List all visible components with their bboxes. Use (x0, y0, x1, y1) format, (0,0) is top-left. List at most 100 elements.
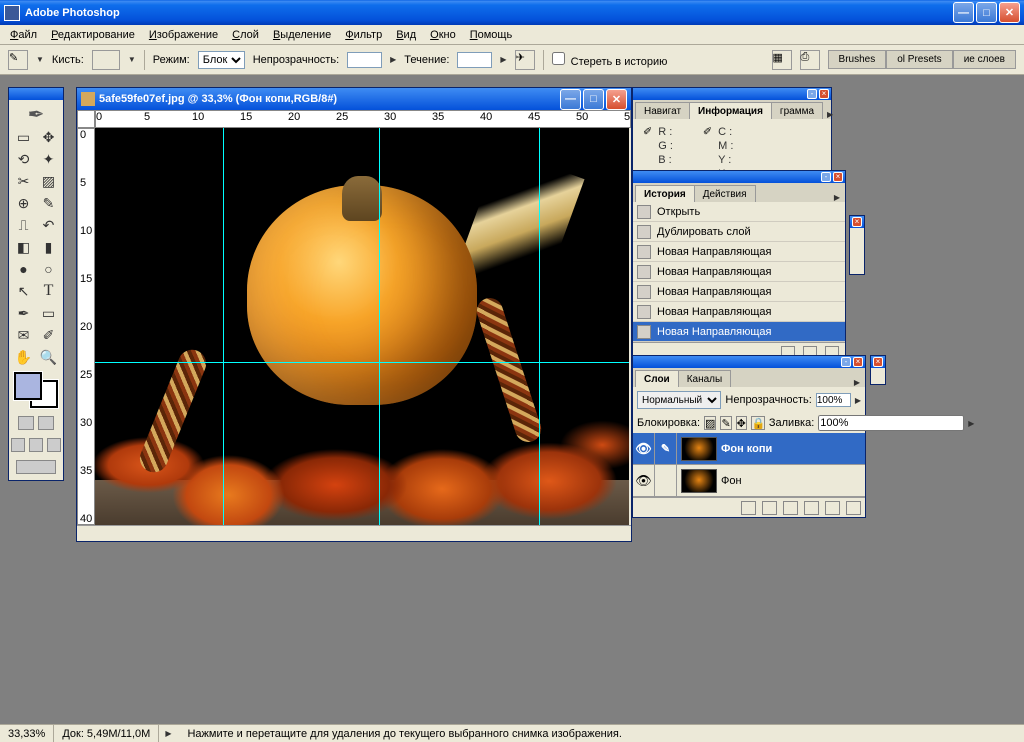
lock-pixels-icon[interactable]: ✎ (720, 416, 731, 430)
palette-well-tab[interactable]: ие слоев (953, 50, 1016, 69)
lock-all-icon[interactable]: 🔒 (751, 416, 765, 430)
airbrush-icon[interactable]: ✈ (515, 50, 535, 70)
layer-name[interactable]: Фон копи (721, 443, 772, 455)
history-item[interactable]: Новая Направляющая (633, 242, 845, 262)
new-layer-icon[interactable] (825, 501, 840, 515)
tab-слои[interactable]: Слои (635, 370, 679, 387)
document-titlebar[interactable]: 5afe59fe07ef.jpg @ 33,3% (Фон копи,RGB/8… (77, 88, 631, 110)
type-tool[interactable]: T (36, 280, 61, 302)
zoom-tool[interactable]: 🔍 (36, 346, 61, 368)
shape-tool[interactable]: ▭ (36, 302, 61, 324)
panel-close-icon[interactable]: × (819, 89, 829, 99)
canvas[interactable] (95, 128, 629, 525)
doc-maximize-button[interactable]: □ (583, 89, 604, 110)
doc-size-field[interactable]: Док: 5,49M/11,0M (54, 725, 159, 742)
gradient-tool[interactable]: ▮ (36, 236, 61, 258)
flow-input[interactable] (457, 52, 492, 68)
delete-layer-icon[interactable] (846, 501, 861, 515)
flow-flyout[interactable]: ▶ (500, 55, 506, 64)
panel-close-icon[interactable]: × (833, 172, 843, 182)
adjustment-layer-icon[interactable] (804, 501, 819, 515)
guide-vertical[interactable] (223, 128, 224, 525)
tab-информация[interactable]: Информация (689, 102, 772, 119)
tab-история[interactable]: История (635, 185, 695, 202)
lasso-tool[interactable]: ⟲ (11, 148, 36, 170)
menu-окно[interactable]: Окно (424, 27, 462, 43)
zoom-field[interactable]: 33,33% (0, 725, 54, 742)
layer-thumbnail[interactable] (681, 469, 717, 493)
history-brush-tool[interactable]: ↶ (36, 214, 61, 236)
menu-помощь[interactable]: Помощь (464, 27, 519, 43)
layer-visibility-icon[interactable]: 👁 (633, 433, 655, 464)
menu-изображение[interactable]: Изображение (143, 27, 224, 43)
layer-thumbnail[interactable] (681, 437, 717, 461)
guide-vertical[interactable] (539, 128, 540, 525)
blend-mode-select[interactable]: Нормальный (637, 391, 721, 409)
minimize-button[interactable]: — (953, 2, 974, 23)
opacity-slider-flyout[interactable]: ▶ (855, 396, 861, 405)
quickmask-mode-icon[interactable] (38, 416, 54, 430)
healing-tool[interactable]: ⊕ (11, 192, 36, 214)
menu-слой[interactable]: Слой (226, 27, 265, 43)
history-item[interactable]: Новая Направляющая (633, 262, 845, 282)
panel-minimize-icon[interactable]: - (841, 357, 851, 367)
guide-vertical[interactable] (379, 128, 380, 525)
panel-minimize-icon[interactable]: - (807, 89, 817, 99)
layer-effects-icon[interactable] (741, 501, 756, 515)
doc-close-button[interactable]: ✕ (606, 89, 627, 110)
tab-грамма[interactable]: грамма (771, 102, 823, 119)
eyedropper-tool[interactable]: ✐ (36, 324, 61, 346)
layer-row[interactable]: 👁✎Фон копи (633, 433, 865, 465)
brush-tool[interactable]: ✎ (36, 192, 61, 214)
hand-tool[interactable]: ✋ (11, 346, 36, 368)
horizontal-scrollbar[interactable] (77, 525, 631, 541)
toolbox-titlebar[interactable] (9, 88, 63, 100)
vertical-ruler[interactable]: 0510152025303540 (77, 128, 95, 525)
layer-name[interactable]: Фон (721, 475, 742, 487)
fill-input[interactable] (818, 415, 964, 431)
menu-вид[interactable]: Вид (390, 27, 422, 43)
tab-навигат[interactable]: Навигат (635, 102, 690, 119)
blur-tool[interactable]: ● (11, 258, 36, 280)
jump-to-imageready[interactable] (16, 460, 56, 474)
file-browser-icon[interactable]: ▦ (772, 50, 792, 70)
panel-minimize-icon[interactable]: - (821, 172, 831, 182)
history-item[interactable]: Новая Направляющая (633, 302, 845, 322)
standard-mode-icon[interactable] (18, 416, 34, 430)
menu-редактирование[interactable]: Редактирование (45, 27, 141, 43)
move-tool[interactable]: ✥ (36, 126, 61, 148)
dodge-tool[interactable]: ○ (36, 258, 61, 280)
stamp-tool[interactable]: ⎍ (11, 214, 36, 236)
layer-set-icon[interactable] (783, 501, 798, 515)
menu-фильтр[interactable]: Фильтр (339, 27, 388, 43)
lock-position-icon[interactable]: ✥ (736, 416, 747, 430)
menu-выделение[interactable]: Выделение (267, 27, 337, 43)
palette-well-tab[interactable]: ol Presets (886, 50, 952, 69)
brush-dropdown[interactable]: ▼ (128, 55, 136, 64)
palette-well-tab[interactable]: Brushes (828, 50, 887, 69)
history-item[interactable]: Новая Направляющая (633, 282, 845, 302)
tool-preset-icon[interactable]: ✎ (8, 50, 28, 70)
layer-mask-icon[interactable] (762, 501, 777, 515)
screen-mode-2[interactable] (29, 438, 43, 452)
layer-visibility-icon[interactable]: 👁 (633, 465, 655, 496)
wand-tool[interactable]: ✦ (36, 148, 61, 170)
notes-tool[interactable]: ✉ (11, 324, 36, 346)
layer-link-icon[interactable] (655, 465, 677, 496)
fill-slider-flyout[interactable]: ▶ (968, 419, 974, 428)
panel-menu-flyout[interactable]: ▶ (822, 110, 838, 119)
close-button[interactable]: ✕ (999, 2, 1020, 23)
mode-select[interactable]: Блок (198, 51, 245, 69)
panel-close-icon[interactable]: × (853, 357, 863, 367)
guide-horizontal[interactable] (95, 362, 629, 363)
crop-tool[interactable]: ✂ (11, 170, 36, 192)
tab-каналы[interactable]: Каналы (678, 370, 732, 387)
history-item[interactable]: Новая Направляющая (633, 322, 845, 342)
opacity-flyout[interactable]: ▶ (390, 55, 396, 64)
layer-row[interactable]: 👁 Фон (633, 465, 865, 497)
erase-history-checkbox[interactable]: Стереть в историю (552, 52, 668, 68)
brush-preset-picker[interactable] (92, 50, 120, 70)
lock-transparency-icon[interactable]: ▨ (704, 416, 716, 430)
collapsed-panel[interactable]: × (870, 355, 886, 385)
screen-mode-3[interactable] (47, 438, 61, 452)
